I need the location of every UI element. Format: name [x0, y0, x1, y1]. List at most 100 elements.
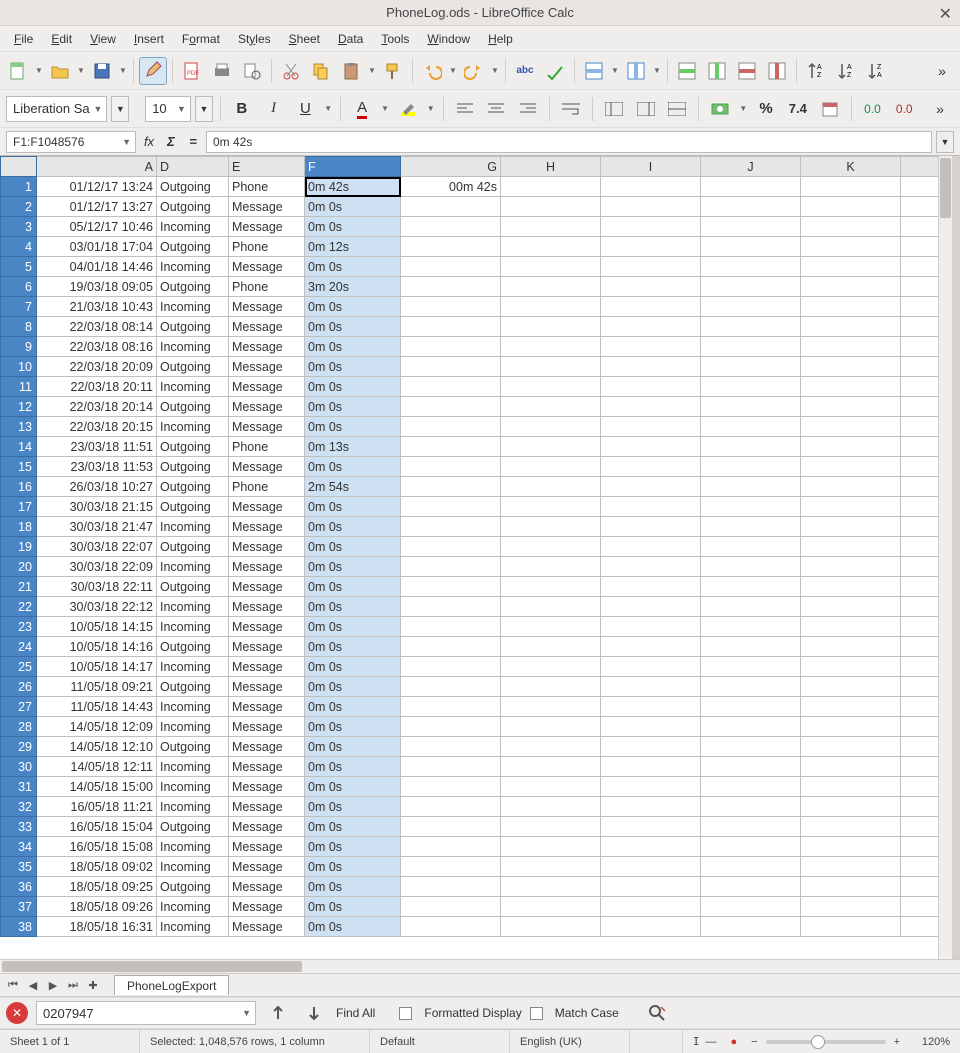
zoom-out-button[interactable]: −	[751, 1036, 757, 1048]
cell[interactable]	[601, 837, 701, 857]
cell[interactable]: 22/03/18 20:14	[37, 397, 157, 417]
cell[interactable]	[701, 497, 801, 517]
cell[interactable]	[501, 657, 601, 677]
cell[interactable]	[801, 677, 901, 697]
cell[interactable]: 0m 0s	[305, 337, 401, 357]
cell[interactable]	[701, 217, 801, 237]
cell[interactable]	[601, 737, 701, 757]
cell[interactable]	[401, 537, 501, 557]
cell[interactable]: 0m 0s	[305, 617, 401, 637]
cell[interactable]	[501, 737, 601, 757]
cell[interactable]	[801, 337, 901, 357]
cell[interactable]	[701, 397, 801, 417]
cell[interactable]: 18/05/18 09:25	[37, 877, 157, 897]
cell[interactable]	[801, 917, 901, 937]
sheet-tab[interactable]: PhoneLogExport	[114, 975, 229, 995]
cell[interactable]: 01/12/17 13:27	[37, 197, 157, 217]
cell[interactable]: Incoming	[157, 337, 229, 357]
cell[interactable]	[501, 177, 601, 197]
cell[interactable]: Message	[229, 877, 305, 897]
cell[interactable]	[901, 817, 939, 837]
cell[interactable]	[801, 777, 901, 797]
cell[interactable]: Message	[229, 357, 305, 377]
cell[interactable]	[701, 677, 801, 697]
cell[interactable]	[701, 737, 801, 757]
format-overflow[interactable]: »	[926, 95, 954, 123]
cell[interactable]	[901, 857, 939, 877]
cell[interactable]: Outgoing	[157, 237, 229, 257]
cell[interactable]: 0m 0s	[305, 697, 401, 717]
sort-asc-button[interactable]: AZ	[802, 57, 830, 85]
currency-button[interactable]	[706, 95, 734, 123]
cell[interactable]: 0m 0s	[305, 757, 401, 777]
cell[interactable]	[801, 577, 901, 597]
cell[interactable]: 05/12/17 10:46	[37, 217, 157, 237]
cell[interactable]	[901, 517, 939, 537]
cell[interactable]: Incoming	[157, 837, 229, 857]
name-box[interactable]: F1:F1048576 ▼	[6, 131, 136, 153]
align-center-button[interactable]	[483, 95, 511, 123]
cell[interactable]: Message	[229, 817, 305, 837]
zoom-knob[interactable]	[811, 1035, 825, 1049]
menu-help[interactable]: Help	[480, 29, 521, 49]
cell[interactable]	[601, 197, 701, 217]
equals-button[interactable]: =	[184, 131, 202, 153]
cell[interactable]: Message	[229, 797, 305, 817]
cell[interactable]: Incoming	[157, 297, 229, 317]
copy-button[interactable]	[307, 57, 335, 85]
cell[interactable]	[901, 477, 939, 497]
cell[interactable]	[801, 237, 901, 257]
cell[interactable]	[901, 877, 939, 897]
grid[interactable]: ADEFGHIJK101/12/17 13:24OutgoingPhone0m …	[0, 156, 938, 959]
cell[interactable]	[601, 917, 701, 937]
formatted-display-checkbox[interactable]	[399, 1007, 412, 1020]
cell[interactable]	[401, 597, 501, 617]
cell[interactable]: 0m 42s	[305, 177, 401, 197]
cell[interactable]: Incoming	[157, 797, 229, 817]
cell[interactable]	[401, 217, 501, 237]
cell[interactable]	[901, 337, 939, 357]
cell[interactable]: Incoming	[157, 897, 229, 917]
cell[interactable]: Incoming	[157, 917, 229, 937]
cell[interactable]	[401, 317, 501, 337]
cell[interactable]: 0m 0s	[305, 657, 401, 677]
cell[interactable]	[601, 257, 701, 277]
cell[interactable]: 14/05/18 12:09	[37, 717, 157, 737]
cell[interactable]	[501, 477, 601, 497]
cell[interactable]	[901, 757, 939, 777]
cell[interactable]: Outgoing	[157, 497, 229, 517]
cell[interactable]: Outgoing	[157, 177, 229, 197]
row-header[interactable]: 22	[1, 597, 37, 617]
cell[interactable]	[801, 817, 901, 837]
cell[interactable]	[401, 477, 501, 497]
cell[interactable]	[701, 577, 801, 597]
cell[interactable]	[901, 177, 939, 197]
cell[interactable]: Outgoing	[157, 477, 229, 497]
cell[interactable]	[601, 397, 701, 417]
cell[interactable]: Outgoing	[157, 317, 229, 337]
cell[interactable]: 0m 0s	[305, 717, 401, 737]
cell[interactable]	[501, 497, 601, 517]
cell[interactable]	[401, 737, 501, 757]
cell[interactable]: 0m 0s	[305, 217, 401, 237]
cell[interactable]	[401, 917, 501, 937]
cell[interactable]	[501, 777, 601, 797]
cell[interactable]	[401, 197, 501, 217]
column-header-A[interactable]: A	[37, 157, 157, 177]
column-header-K[interactable]: K	[801, 157, 901, 177]
cell[interactable]	[701, 417, 801, 437]
cell[interactable]	[701, 897, 801, 917]
row-header[interactable]: 31	[1, 777, 37, 797]
cell[interactable]	[901, 437, 939, 457]
row-header[interactable]: 27	[1, 697, 37, 717]
cell[interactable]: 18/05/18 09:26	[37, 897, 157, 917]
cell[interactable]	[501, 897, 601, 917]
cell[interactable]	[501, 357, 601, 377]
save-button[interactable]	[88, 57, 116, 85]
cell[interactable]: 0m 0s	[305, 377, 401, 397]
cell[interactable]	[401, 617, 501, 637]
row-header[interactable]: 17	[1, 497, 37, 517]
cell[interactable]: Message	[229, 637, 305, 657]
column-header-G[interactable]: G	[401, 157, 501, 177]
cell[interactable]: 0m 0s	[305, 817, 401, 837]
